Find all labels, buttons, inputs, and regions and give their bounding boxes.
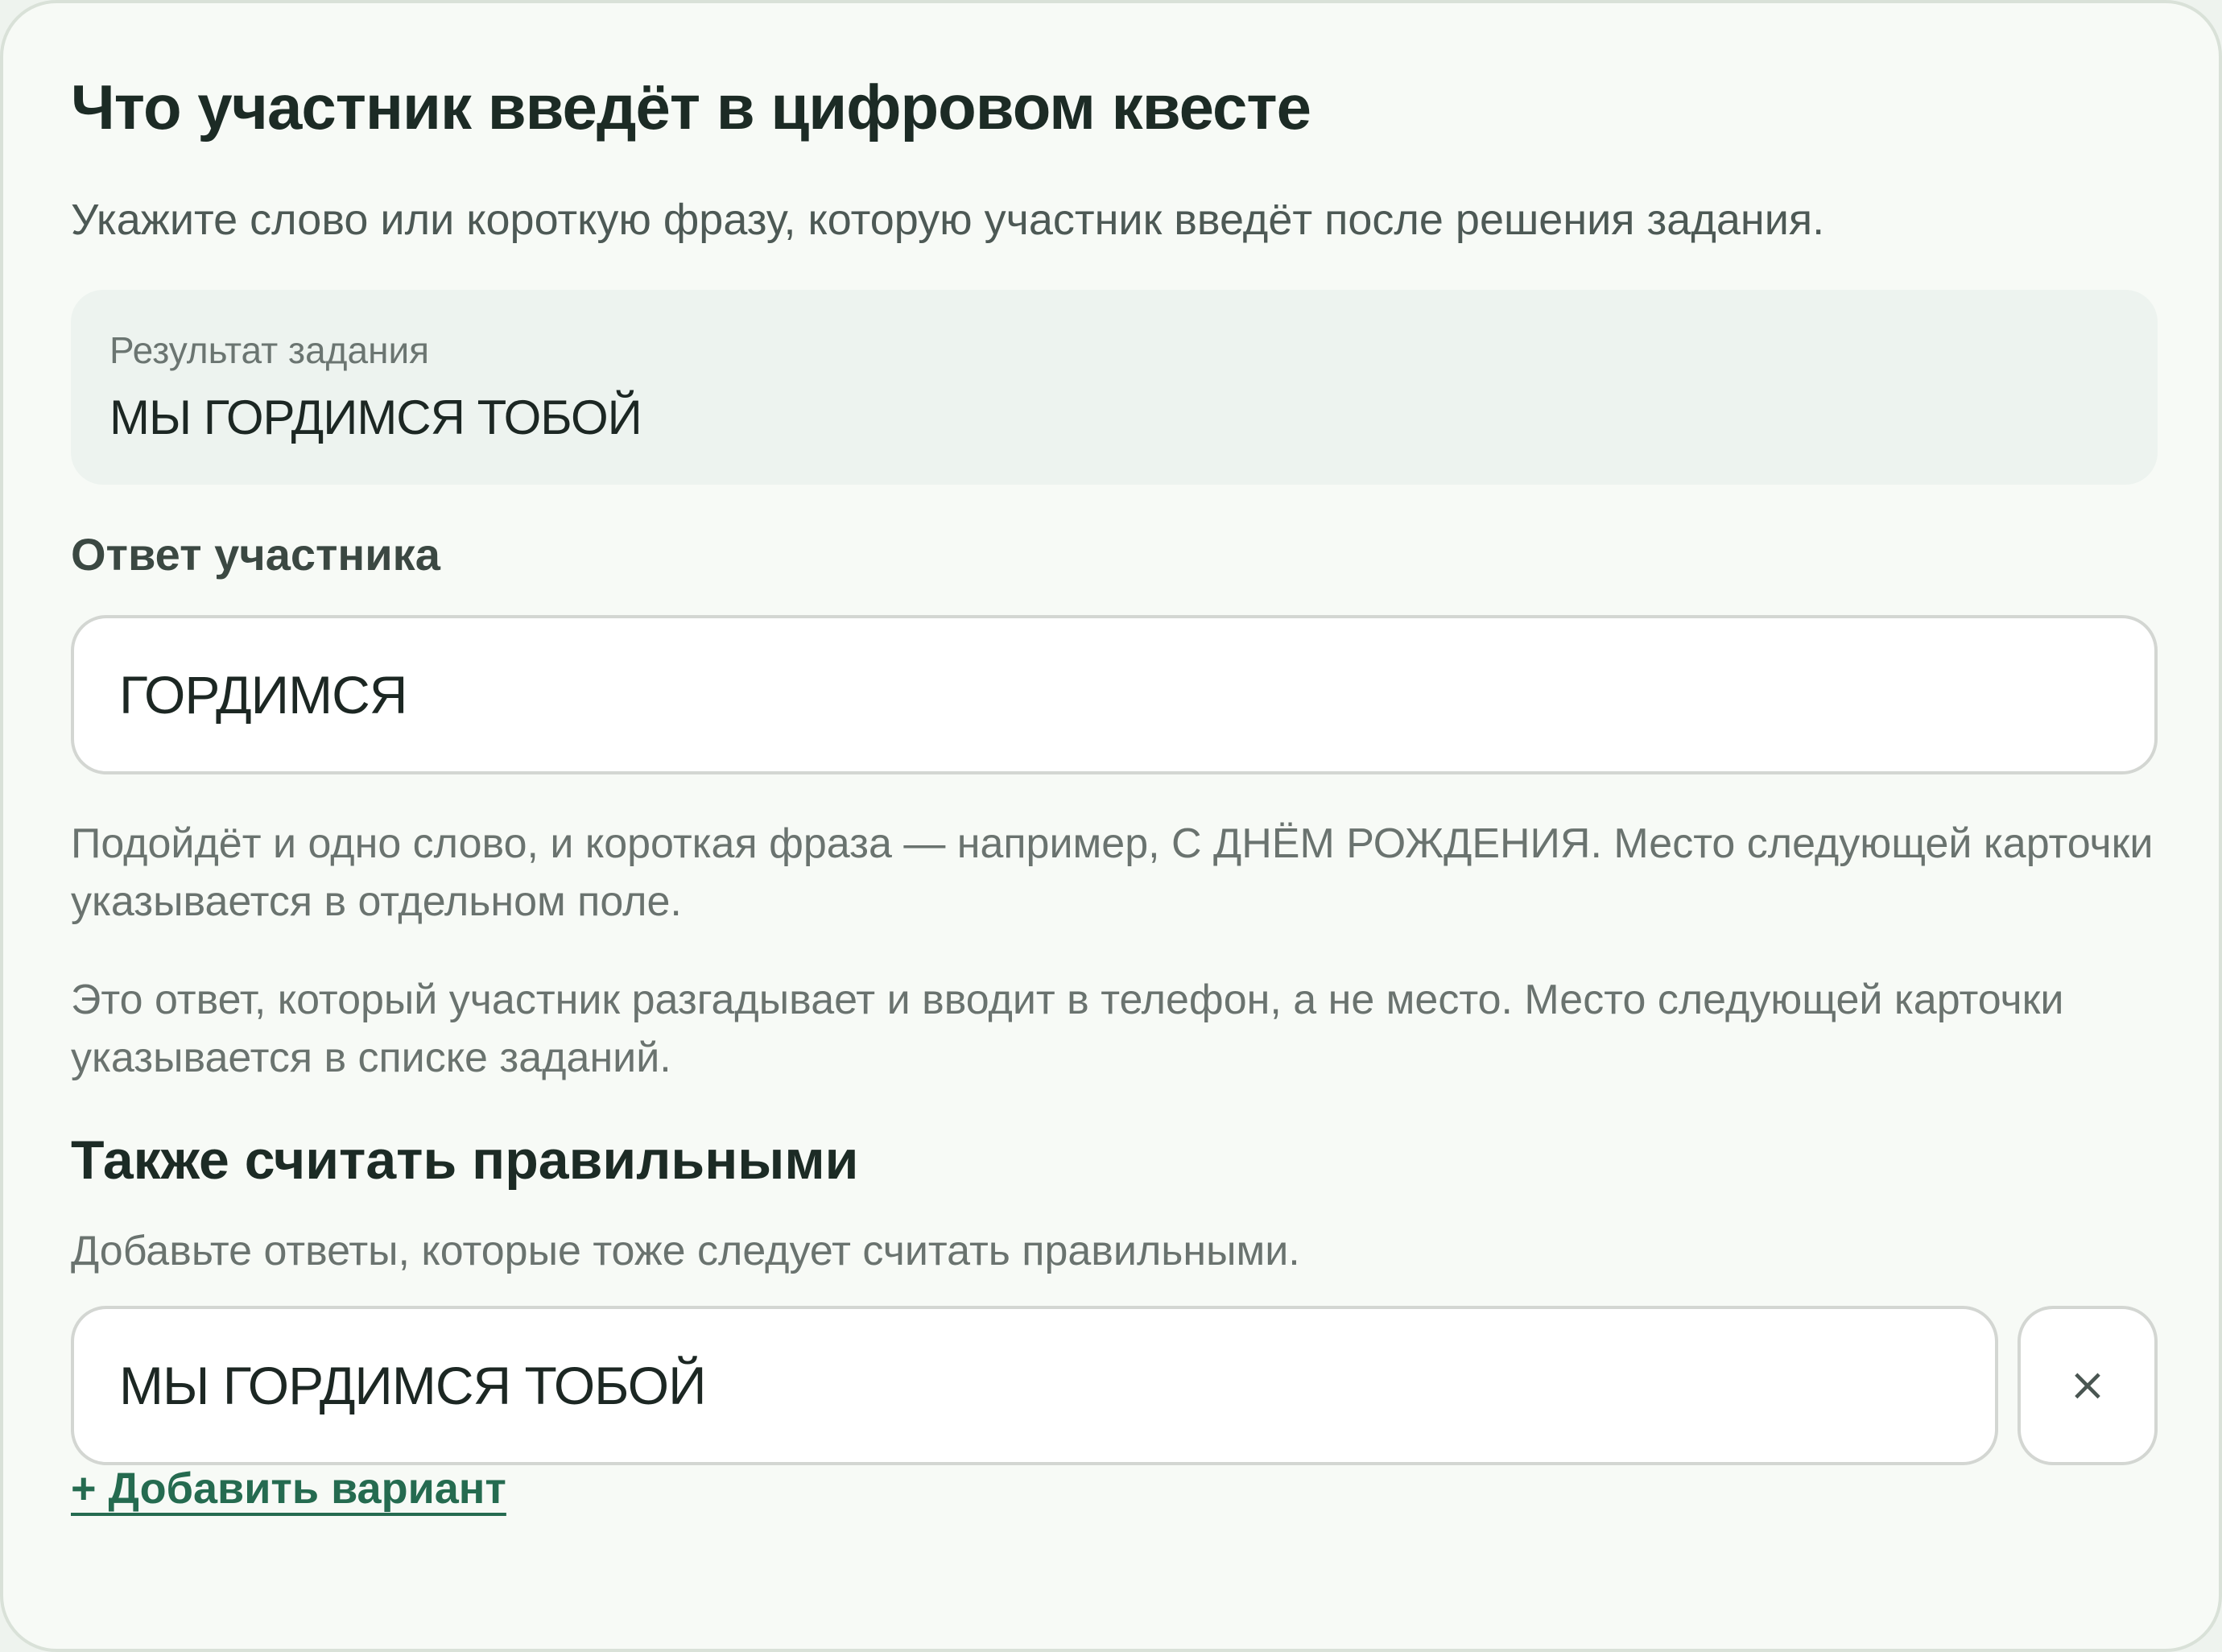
alternatives-description: Добавьте ответы, которые тоже следует сч… <box>71 1228 1300 1274</box>
answer-hint-text: Подойдёт и одно слово, и короткая фраза … <box>71 820 2154 925</box>
task-result-label: Результат задания <box>109 329 430 371</box>
alternative-answer-input[interactable] <box>71 1306 1998 1465</box>
task-result-panel: Результат задания МЫ ГОРДИМСЯ ТОБОЙ <box>71 290 2158 485</box>
participant-answer-input[interactable] <box>71 615 2158 774</box>
page-title: Что участник введёт в цифровом квесте <box>71 72 1311 142</box>
answer-note-text: Это ответ, который участник разгадывает … <box>71 977 2064 1081</box>
close-icon: × <box>2068 1359 2107 1411</box>
task-result-value: МЫ ГОРДИМСЯ ТОБОЙ <box>109 390 642 444</box>
add-variant-link[interactable]: + Добавить вариант <box>71 1464 506 1514</box>
answer-settings-card: Что участник введёт в цифровом квесте Ук… <box>0 0 2222 1652</box>
alternatives-heading: Также считать правильными <box>71 1130 859 1191</box>
participant-answer-label: Ответ участника <box>71 529 440 580</box>
remove-alternative-button[interactable]: × <box>2018 1306 2158 1465</box>
page-subtitle: Укажите слово или короткую фразу, котору… <box>71 196 1825 244</box>
